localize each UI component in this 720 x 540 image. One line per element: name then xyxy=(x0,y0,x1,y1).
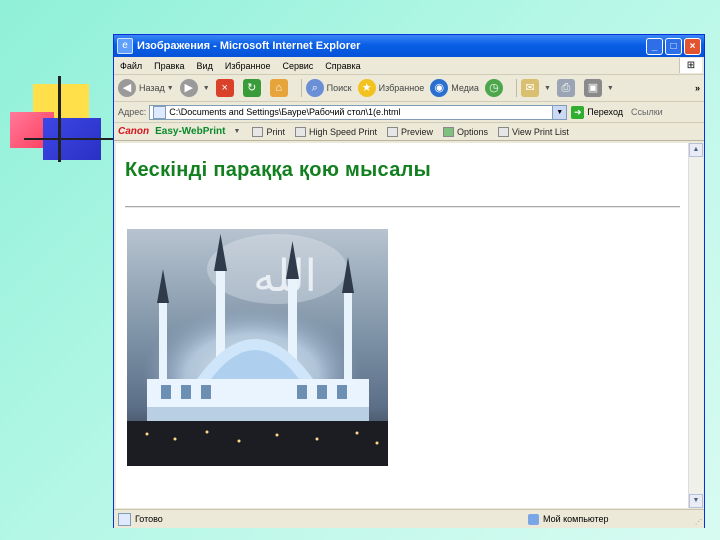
preview-icon xyxy=(387,126,398,137)
page-content: Кескінді параққа қою мысалы الله xyxy=(116,143,688,508)
maximize-button[interactable]: □ xyxy=(665,37,682,55)
go-button[interactable]: ➜ Переход xyxy=(571,105,624,119)
forward-button[interactable]: ▶ ▼ xyxy=(179,79,210,97)
easy-webprint-menu[interactable]: Easy-WebPrint xyxy=(155,126,225,137)
status-text: Готово xyxy=(135,514,163,524)
favorites-label: Избранное xyxy=(378,83,425,93)
canon-logo: Canon xyxy=(118,126,150,137)
list-icon xyxy=(498,126,510,137)
calligraphy-text: الله xyxy=(253,251,317,302)
zone-label: Мой компьютер xyxy=(543,514,609,524)
browser-window: e Изображения - Microsoft Internet Explo… xyxy=(113,34,705,528)
ie-icon: e xyxy=(117,38,133,54)
home-button[interactable]: ⌂ xyxy=(269,79,291,97)
menu-help[interactable]: Справка xyxy=(319,61,366,71)
address-bar: Адрес: C:\Documents and Settings\Бауре\Р… xyxy=(114,102,704,123)
links-button[interactable]: Ссылки xyxy=(631,107,663,117)
printer-icon: ⎙ xyxy=(556,79,575,97)
high-speed-print-label: High Speed Print xyxy=(308,126,377,137)
media-button[interactable]: ◉ Медиа xyxy=(430,79,479,97)
address-value[interactable]: C:\Documents and Settings\Бауре\Рабочий … xyxy=(169,107,552,117)
resize-grip-icon[interactable]: ⋰ xyxy=(695,518,702,526)
slide: { "window": { "title": "Изображения - Mi… xyxy=(0,0,720,540)
status-bar: Готово Мой компьютер ⋰ xyxy=(114,509,704,528)
media-label: Медиа xyxy=(451,83,479,93)
go-label: Переход xyxy=(587,107,624,117)
mail-dropdown-icon[interactable]: ▼ xyxy=(544,85,551,92)
status-page-icon xyxy=(118,512,131,526)
windows-logo-icon: ⊞ xyxy=(679,58,702,73)
history-button[interactable]: ◷ xyxy=(484,79,506,97)
back-button[interactable]: ◀ Назад ▼ xyxy=(118,79,174,97)
horizontal-rule xyxy=(125,206,680,208)
toolbar-separator xyxy=(300,79,302,97)
go-arrow-icon: ➜ xyxy=(571,105,585,119)
menu-view[interactable]: Вид xyxy=(191,61,219,71)
computer-icon xyxy=(528,513,539,525)
menu-favorites[interactable]: Избранное xyxy=(219,61,277,71)
menu-file[interactable]: Файл xyxy=(114,61,148,71)
view-print-list-link[interactable]: View Print List xyxy=(498,126,569,137)
back-label: Назад xyxy=(139,83,165,93)
options-icon xyxy=(443,126,455,137)
refresh-icon: ↻ xyxy=(242,79,261,97)
standard-toolbar: ◀ Назад ▼ ▶ ▼ × ↻ ⌂ ⌕ Поиск ★ Избранное … xyxy=(114,75,704,102)
scroll-up-icon[interactable]: ▲ xyxy=(689,143,703,157)
options-link[interactable]: Options xyxy=(443,126,489,137)
forward-dropdown-icon[interactable]: ▼ xyxy=(203,85,210,92)
toolbar-overflow-icon[interactable]: » xyxy=(695,83,700,93)
title-bar[interactable]: e Изображения - Microsoft Internet Explo… xyxy=(114,35,704,57)
search-icon: ⌕ xyxy=(305,79,324,97)
high-speed-print-link[interactable]: High Speed Print xyxy=(294,126,377,137)
edit-dropdown-icon[interactable]: ▼ xyxy=(607,85,614,92)
edit-icon: ▣ xyxy=(583,79,602,97)
search-label: Поиск xyxy=(326,83,352,93)
preview-link[interactable]: Preview xyxy=(387,126,434,137)
favorites-button[interactable]: ★ Избранное xyxy=(357,79,425,97)
page-icon xyxy=(153,105,167,119)
decor-horizontal-line xyxy=(24,138,114,140)
minimize-button[interactable]: _ xyxy=(646,37,663,55)
stop-button[interactable]: × xyxy=(215,79,237,97)
print-link[interactable]: Print xyxy=(252,126,285,137)
print-icon xyxy=(252,126,264,137)
edit-button[interactable]: ▣ ▼ xyxy=(583,79,614,97)
page-heading: Кескінді параққа қою мысалы xyxy=(125,159,432,181)
media-icon: ◉ xyxy=(430,79,449,97)
address-dropdown-icon[interactable]: ▼ xyxy=(552,105,567,119)
back-dropdown-icon[interactable]: ▼ xyxy=(167,85,174,92)
print-label: Print xyxy=(266,126,285,137)
stop-icon: × xyxy=(215,79,234,97)
mail-button[interactable]: ✉ ▼ xyxy=(520,79,551,97)
history-icon: ◷ xyxy=(484,79,503,97)
menu-edit[interactable]: Правка xyxy=(148,61,190,71)
options-label: Options xyxy=(457,126,489,137)
toolbar-separator xyxy=(515,79,517,97)
forward-arrow-icon: ▶ xyxy=(179,79,198,97)
menu-bar: Файл Правка Вид Избранное Сервис Справка… xyxy=(114,57,704,75)
window-title: Изображения - Microsoft Internet Explore… xyxy=(137,40,361,52)
preview-label: Preview xyxy=(401,126,434,137)
menu-tools[interactable]: Сервис xyxy=(276,61,319,71)
mail-icon: ✉ xyxy=(520,79,539,97)
address-label: Адрес: xyxy=(118,107,147,117)
refresh-button[interactable]: ↻ xyxy=(242,79,264,97)
address-input[interactable]: C:\Documents and Settings\Бауре\Рабочий … xyxy=(149,104,568,120)
vertical-scrollbar[interactable]: ▲ ▼ xyxy=(688,143,703,508)
print-button[interactable]: ⎙ xyxy=(556,79,578,97)
close-button[interactable]: × xyxy=(684,37,701,55)
back-arrow-icon: ◀ xyxy=(118,79,136,97)
mosque-picture: الله xyxy=(127,229,388,466)
security-zone: Мой компьютер xyxy=(528,513,609,525)
home-icon: ⌂ xyxy=(269,79,288,97)
decor-vertical-line xyxy=(58,76,61,162)
mosque-image: الله xyxy=(127,229,388,466)
search-button[interactable]: ⌕ Поиск xyxy=(305,79,352,97)
view-print-list-label: View Print List xyxy=(512,126,569,137)
canon-toolbar: Canon Easy-WebPrint ▼ Print High Speed P… xyxy=(114,123,704,141)
high-speed-print-icon xyxy=(294,126,306,137)
scroll-down-icon[interactable]: ▼ xyxy=(689,494,703,508)
easy-webprint-dropdown-icon[interactable]: ▼ xyxy=(234,128,241,135)
star-icon: ★ xyxy=(357,79,376,97)
